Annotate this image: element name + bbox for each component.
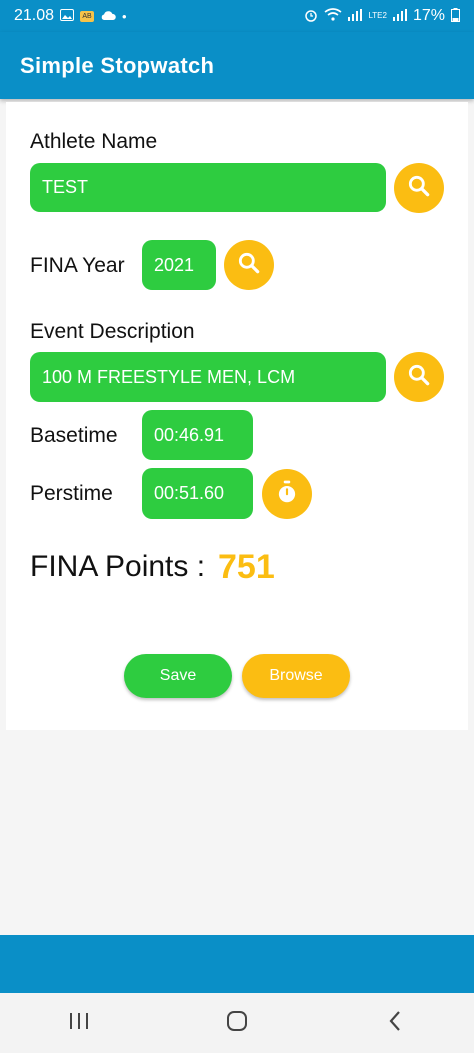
search-icon	[406, 362, 432, 393]
basetime-value: 00:46.91	[154, 424, 225, 445]
perstime-field[interactable]: 00:51.60	[142, 468, 253, 519]
basetime-field: 00:46.91	[142, 410, 253, 460]
browse-button[interactable]: Browse	[242, 654, 350, 698]
system-nav-bar	[0, 993, 474, 1053]
app-bar: Simple Stopwatch	[0, 32, 474, 99]
wifi-icon	[324, 8, 342, 24]
cloud-icon	[100, 9, 116, 24]
basetime-label: Basetime	[30, 424, 118, 447]
fina-points-value: 751	[218, 548, 275, 586]
signal-icon	[348, 8, 363, 24]
search-icon	[236, 250, 262, 281]
home-icon	[226, 1010, 248, 1037]
fina-year-value: 2021	[154, 254, 195, 275]
athlete-name-field[interactable]: TEST	[30, 163, 386, 212]
event-description-field[interactable]: 100 M FREESTYLE MEN, LCM	[30, 352, 386, 402]
app-title: Simple Stopwatch	[20, 52, 215, 78]
app-notification-icon: AB	[80, 10, 95, 22]
event-search-button[interactable]	[394, 352, 444, 402]
browse-button-label: Browse	[269, 667, 323, 684]
year-search-button[interactable]	[224, 240, 274, 290]
athlete-name-value: TEST	[42, 177, 89, 197]
event-description-label: Event Description	[30, 320, 195, 343]
bottom-bar	[0, 935, 474, 993]
back-button[interactable]	[365, 1003, 425, 1043]
stopwatch-icon	[274, 479, 300, 510]
athlete-name-label: Athlete Name	[30, 130, 158, 153]
event-description-value: 100 M FREESTYLE MEN, LCM	[42, 366, 296, 387]
back-icon	[387, 1010, 403, 1037]
form-card: Athlete Name TEST FINA Year 2021 Event D…	[6, 102, 468, 730]
signal-icon-2	[392, 8, 407, 24]
status-bar: 21.08 AB • LTE2 17%	[0, 0, 474, 32]
network-type: LTE2	[368, 11, 387, 20]
alarm-icon	[304, 8, 318, 25]
home-button[interactable]	[207, 1003, 267, 1043]
fina-year-field[interactable]: 2021	[142, 240, 216, 290]
battery-percent: 17%	[412, 7, 445, 24]
fina-points-label: FINA Points :	[30, 550, 206, 583]
fina-year-label: FINA Year	[30, 254, 125, 277]
perstime-value: 00:51.60	[154, 483, 225, 503]
perstime-label: Perstime	[30, 482, 113, 505]
save-button-label: Save	[159, 667, 197, 684]
gallery-icon	[60, 8, 75, 24]
status-time: 21.08	[14, 7, 55, 24]
athlete-search-button[interactable]	[394, 163, 444, 213]
stopwatch-button[interactable]	[262, 469, 312, 519]
search-icon	[406, 173, 432, 204]
recent-apps-button[interactable]	[49, 1003, 109, 1043]
recent-apps-icon	[68, 1011, 90, 1036]
save-button[interactable]: Save	[124, 654, 232, 698]
notification-dot-icon: •	[122, 8, 127, 24]
battery-icon	[451, 7, 460, 25]
